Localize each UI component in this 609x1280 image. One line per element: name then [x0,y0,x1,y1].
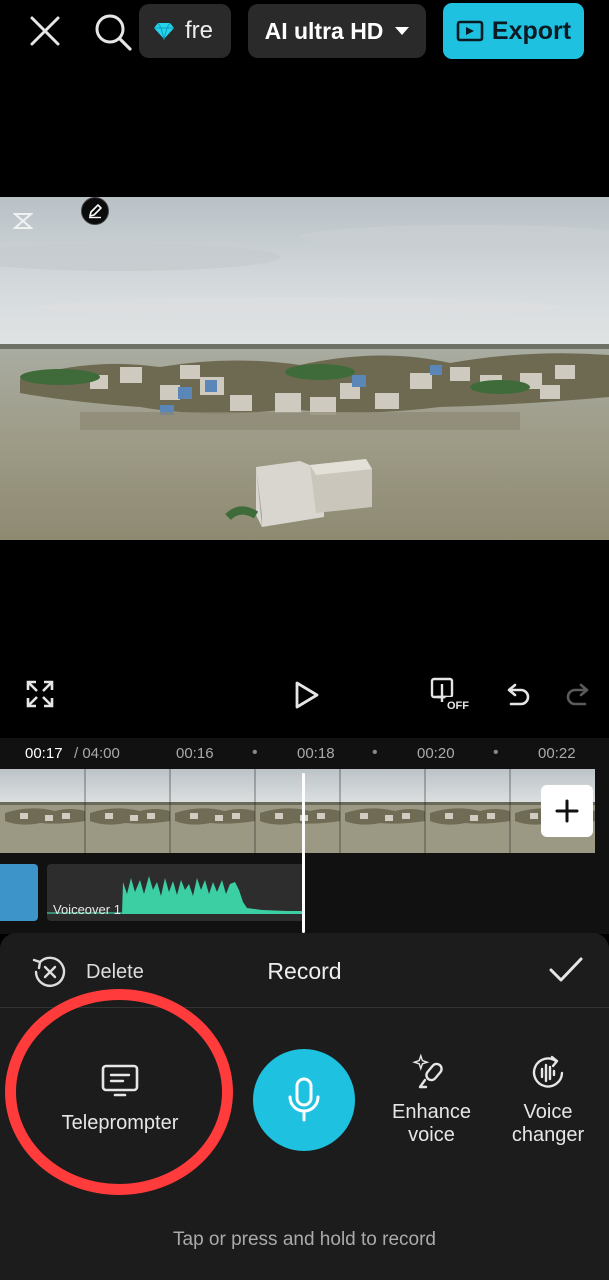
ruler-dot: • [372,744,378,761]
pro-trial-pill[interactable]: fre [139,4,231,58]
undo-icon [507,683,530,706]
close-button[interactable] [26,12,64,50]
search-icon [95,14,132,51]
voice-changer-button[interactable]: Voice changer [502,1053,594,1147]
fullscreen-icon [26,680,54,708]
playhead[interactable] [302,773,305,933]
total-time: / 04:00 [74,745,120,762]
current-time: 00:17 [25,745,63,762]
ruler-tick: 00:20 [417,745,455,762]
svg-text:OFF: OFF [447,700,469,712]
enhance-voice-label: Enhance voice [392,1101,471,1147]
panel-divider [0,1007,609,1008]
quality-label: AI ultra HD [264,17,384,44]
microphone-icon [288,1077,320,1122]
voice-changer-label-line2: changer [511,1124,585,1146]
video-preview[interactable] [0,197,609,540]
undo-button[interactable] [503,680,531,708]
voice-changer-label-line1: Voice [523,1101,573,1123]
record-button[interactable] [253,1049,355,1151]
ruler-dot: • [493,744,499,761]
pro-trial-label: fre [185,17,214,44]
keyframe-toggle-button[interactable]: OFF [429,676,473,714]
top-bar: fre AI ultra HD Export [0,0,609,62]
panel-title: Record [267,958,342,984]
add-clip-button[interactable] [541,785,593,837]
caret-down-icon [395,27,410,35]
play-button[interactable] [291,680,321,710]
voice-changer-icon [532,1055,564,1088]
teleprompter-button[interactable]: Teleprompter [40,1064,200,1135]
plus-icon [555,799,579,823]
redo-button[interactable] [565,680,593,708]
keyframe-off-icon: OFF [430,677,471,712]
fullscreen-button[interactable] [26,680,54,708]
enhance-voice-icon [411,1053,443,1089]
checkmark-icon [549,957,583,982]
record-hint: Tap or press and hold to record [173,1229,436,1250]
voice-changer-label: Voice changer [512,1101,584,1147]
ruler-tick: 00:18 [297,745,335,762]
quality-dropdown[interactable]: AI ultra HD [248,4,426,58]
redo-icon [566,683,589,706]
voiceover-label: Voiceover 1 [53,902,121,917]
close-icon [30,16,60,46]
teleprompter-label: Teleprompter [61,1112,179,1134]
time-ruler[interactable]: 00:17 / 04:00 00:16 • 00:18 • 00:20 • 00… [0,738,609,768]
enhance-voice-button[interactable]: Enhance voice [384,1053,479,1147]
audio-clip-stub[interactable] [0,864,38,921]
ruler-tick: 00:22 [538,745,576,762]
enhance-voice-label-line1: Enhance [392,1101,471,1123]
diamond-icon [154,22,174,40]
capcut-watermark-icon [13,213,33,229]
enhance-voice-label-line2: voice [408,1124,455,1146]
export-button[interactable]: Export [443,3,584,59]
teleprompter-icon [101,1064,139,1097]
play-icon [295,681,319,709]
confirm-button[interactable] [548,955,584,985]
ruler-dot: • [252,744,258,761]
ruler-tick: 00:16 [176,745,214,762]
export-label: Export [491,16,572,45]
export-icon [456,20,484,42]
voiceover-clip[interactable]: Voiceover 1 [47,864,305,921]
preview-image [0,197,609,540]
search-button[interactable] [93,12,133,52]
pencil-icon [89,204,102,219]
edit-cover-button[interactable] [81,197,109,225]
